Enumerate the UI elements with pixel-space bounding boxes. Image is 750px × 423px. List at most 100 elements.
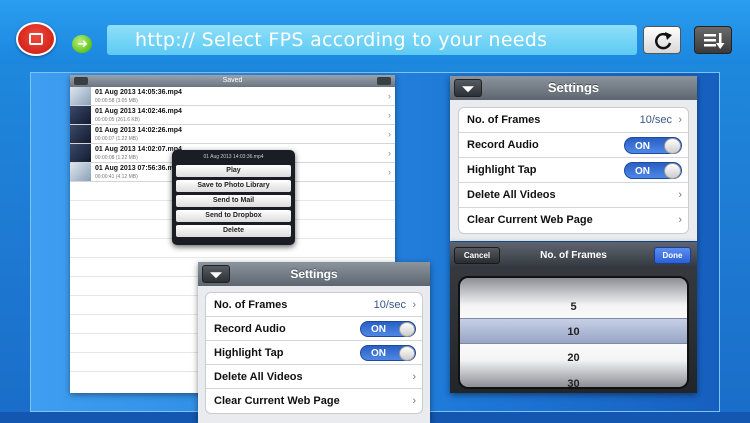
toggle-on-label: ON <box>635 166 650 177</box>
url-input[interactable]: http:// Select FPS according to your nee… <box>107 25 637 55</box>
menu-button[interactable] <box>694 26 732 54</box>
chevron-right-icon: › <box>678 189 682 201</box>
cancel-button[interactable]: Cancel <box>454 247 500 264</box>
clear-web-page-row[interactable]: Clear Current Web Page › <box>459 208 688 233</box>
picker-option-selected[interactable]: 10 <box>460 326 687 338</box>
chevron-right-icon: › <box>412 299 416 311</box>
chevron-right-icon: › <box>678 214 682 226</box>
dropdown-button[interactable] <box>454 79 482 97</box>
chevron-right-icon: › <box>388 110 391 120</box>
highlight-tap-row: Highlight Tap ON <box>206 341 422 365</box>
settings-header: Settings <box>450 76 697 100</box>
delete-all-label: Delete All Videos <box>214 371 303 383</box>
menu-icon[interactable] <box>377 77 391 85</box>
video-action-popover: 01 Aug 2013 14:03:36.mp4 Play Save to Ph… <box>172 150 295 245</box>
clear-web-page-row[interactable]: Clear Current Web Page › <box>206 389 422 413</box>
popover-title: 01 Aug 2013 14:03:36.mp4 <box>203 154 264 160</box>
video-title: 01 Aug 2013 14:02:46.mp4 <box>95 108 182 115</box>
delete-button[interactable]: Delete <box>176 225 291 237</box>
frames-row[interactable]: No. of Frames 10/sec › <box>459 108 688 133</box>
save-to-photo-library-button[interactable]: Save to Photo Library <box>176 180 291 192</box>
frames-label: No. of Frames <box>214 299 288 311</box>
video-thumbnail <box>70 125 91 143</box>
list-sort-icon <box>704 33 725 49</box>
chevron-right-icon: › <box>678 114 682 126</box>
saved-title: Saved <box>222 77 243 84</box>
chevron-right-icon: › <box>412 395 416 407</box>
top-toolbar: ➜ http:// Select FPS according to your n… <box>0 0 750 64</box>
list-item[interactable]: 01 Aug 2013 14:05:36.mp4 00:00:58 (3.05 … <box>70 87 395 106</box>
picker-option[interactable]: 20 <box>460 352 687 364</box>
settings-panel-right: Settings No. of Frames 10/sec › Record A… <box>450 76 697 241</box>
done-button[interactable]: Done <box>654 247 691 264</box>
send-to-mail-button[interactable]: Send to Mail <box>176 195 291 207</box>
video-thumbnail <box>70 87 91 105</box>
delete-all-videos-row[interactable]: Delete All Videos › <box>206 365 422 389</box>
highlight-tap-label: Highlight Tap <box>467 164 537 176</box>
dropdown-button[interactable] <box>202 265 230 283</box>
chevron-right-icon: › <box>388 167 391 177</box>
list-item[interactable]: 01 Aug 2013 14:02:26.mp4 00:00:07 (1.22 … <box>70 125 395 144</box>
highlight-tap-label: Highlight Tap <box>214 347 284 359</box>
chevron-right-icon: › <box>412 371 416 383</box>
video-title: 01 Aug 2013 07:56:36.mp4 <box>95 165 182 172</box>
record-audio-row: Record Audio ON <box>459 133 688 158</box>
settings-title: Settings <box>547 80 600 95</box>
picker-option[interactable]: 5 <box>460 301 687 313</box>
clear-page-label: Clear Current Web Page <box>214 395 340 407</box>
video-details: 00:00:41 (4.12 MB) <box>95 174 138 180</box>
frames-value: 10/sec <box>373 299 406 311</box>
frames-row[interactable]: No. of Frames 10/sec › <box>206 293 422 317</box>
picker-wheel[interactable]: 5 10 20 30 <box>458 276 689 389</box>
video-title: 01 Aug 2013 14:02:26.mp4 <box>95 127 182 134</box>
refresh-button[interactable] <box>643 26 681 54</box>
stop-icon <box>29 33 43 45</box>
frames-value: 10/sec <box>639 114 672 126</box>
toggle-knob <box>399 322 415 337</box>
record-button[interactable] <box>16 22 56 56</box>
go-button[interactable]: ➜ <box>72 35 92 53</box>
back-button[interactable] <box>74 77 88 85</box>
chevron-right-icon: › <box>388 129 391 139</box>
frames-picker: Cancel No. of Frames Done 5 10 20 30 <box>450 242 697 393</box>
toggle-knob <box>664 138 681 154</box>
toggle-on-label: ON <box>371 324 386 335</box>
highlight-tap-row: Highlight Tap ON <box>459 158 688 183</box>
video-title: 01 Aug 2013 14:02:07.mp4 <box>95 146 182 153</box>
settings-group: No. of Frames 10/sec › Record Audio ON H… <box>458 107 689 234</box>
record-audio-toggle[interactable]: ON <box>624 137 682 154</box>
highlight-tap-toggle[interactable]: ON <box>360 345 416 361</box>
record-audio-toggle[interactable]: ON <box>360 321 416 337</box>
toggle-knob <box>399 346 415 361</box>
delete-all-label: Delete All Videos <box>467 189 556 201</box>
settings-title: Settings <box>290 267 338 281</box>
record-audio-label: Record Audio <box>214 323 286 335</box>
toggle-on-label: ON <box>371 348 386 359</box>
picker-title: No. of Frames <box>540 250 607 261</box>
settings-header: Settings <box>198 262 430 286</box>
chevron-right-icon: › <box>388 91 391 101</box>
saved-header: Saved <box>70 75 395 87</box>
send-to-dropbox-button[interactable]: Send to Dropbox <box>176 210 291 222</box>
video-thumbnail <box>70 144 91 162</box>
toggle-on-label: ON <box>635 141 650 152</box>
video-details: 00:00:07 (1.22 MB) <box>95 136 138 142</box>
record-audio-label: Record Audio <box>467 139 539 151</box>
chevron-right-icon: › <box>388 148 391 158</box>
picker-option[interactable]: 30 <box>460 378 687 387</box>
video-details: 00:00:58 (3.05 MB) <box>95 98 138 104</box>
delete-all-videos-row[interactable]: Delete All Videos › <box>459 183 688 208</box>
clear-page-label: Clear Current Web Page <box>467 214 593 226</box>
video-thumbnail <box>70 106 91 124</box>
arrow-right-icon: ➜ <box>77 36 88 51</box>
video-details: 00:00:08 (1.22 MB) <box>95 155 138 161</box>
list-item[interactable]: 01 Aug 2013 14:02:46.mp4 00:00:05 (261.6… <box>70 106 395 125</box>
frames-label: No. of Frames <box>467 114 541 126</box>
refresh-icon <box>655 32 672 50</box>
video-details: 00:00:05 (261.6 KB) <box>95 117 140 123</box>
highlight-tap-toggle[interactable]: ON <box>624 162 682 179</box>
settings-panel-left: Settings No. of Frames 10/sec › Record A… <box>198 262 430 423</box>
video-thumbnail <box>70 163 91 181</box>
picker-header: Cancel No. of Frames Done <box>450 242 697 269</box>
play-button[interactable]: Play <box>176 165 291 177</box>
